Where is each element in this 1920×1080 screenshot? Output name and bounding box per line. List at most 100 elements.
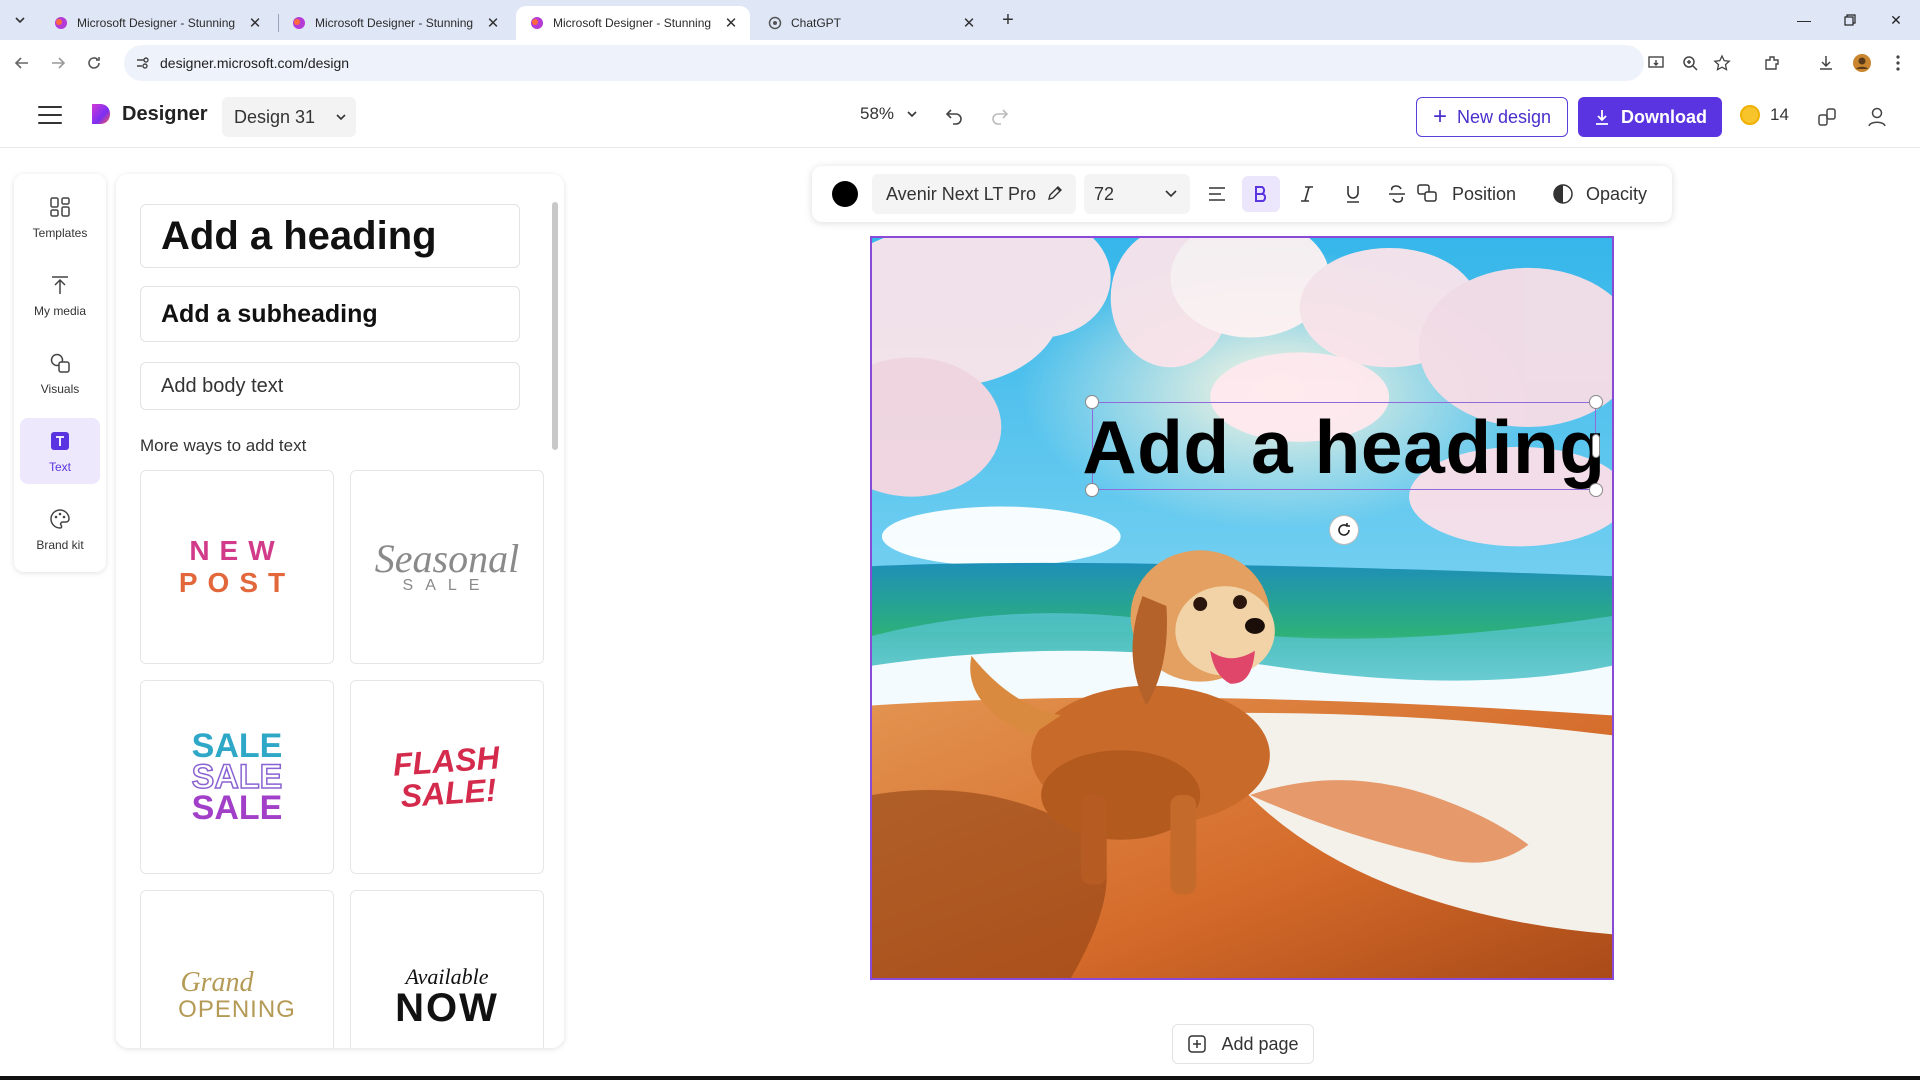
share-icon[interactable]	[1812, 102, 1842, 132]
coin-icon	[1740, 105, 1760, 125]
new-tab-button[interactable]: +	[996, 8, 1020, 32]
design-canvas[interactable]	[870, 236, 1614, 980]
text-style-tile-grand-opening[interactable]: Grand OPENING	[140, 890, 334, 1048]
site-info-icon	[137, 57, 149, 69]
bold-button[interactable]	[1242, 176, 1280, 212]
resize-handle-bottom-right[interactable]	[1589, 483, 1603, 497]
new-design-button[interactable]: + New design	[1416, 97, 1568, 137]
tab-title: ChatGPT	[791, 16, 842, 30]
browser-menu-icon[interactable]	[1884, 49, 1912, 77]
panel-scrollbar[interactable]	[552, 202, 558, 450]
redo-icon[interactable]	[986, 102, 1014, 130]
resize-handle-bottom-left[interactable]	[1085, 483, 1099, 497]
text-color-swatch[interactable]	[832, 181, 858, 207]
position-icon	[1417, 184, 1437, 202]
back-icon[interactable]	[8, 49, 36, 77]
zoom-level: 58%	[860, 104, 895, 123]
underline-icon[interactable]	[1334, 176, 1372, 212]
browser-tab-1[interactable]: Microsoft Designer - Stunning ✕	[40, 6, 274, 40]
rail-item-my-media[interactable]: My media	[20, 262, 100, 328]
tab-title: Microsoft Designer - Stunning	[77, 16, 236, 30]
brand-name: Designer	[122, 102, 208, 125]
design-name: Design 31	[234, 106, 316, 127]
beach-dog-image	[872, 238, 1612, 978]
brand[interactable]: Designer	[90, 102, 208, 126]
rail-item-visuals[interactable]: Visuals	[20, 340, 100, 406]
visuals-icon	[47, 350, 73, 376]
address-bar[interactable]: designer.microsoft.com/design	[124, 45, 1644, 81]
tab-title: Microsoft Designer - Stunning	[553, 16, 712, 30]
add-subheading-option[interactable]: Add a subheading	[140, 286, 520, 342]
rotate-handle[interactable]	[1330, 516, 1358, 544]
resize-handle-right[interactable]	[1592, 434, 1600, 458]
designer-favicon	[531, 17, 543, 29]
browser-tab-3-active[interactable]: Microsoft Designer - Stunning ✕	[516, 6, 750, 40]
text-style-tile-sale-sale-sale[interactable]: SALE SALE SALE	[140, 680, 334, 874]
tab-list-button[interactable]	[8, 8, 32, 32]
text-style-tile-new-post[interactable]: NEW POST	[140, 470, 334, 664]
text-style-tile-available-now[interactable]: Available NOW	[350, 890, 544, 1048]
account-icon[interactable]	[1862, 102, 1892, 132]
install-app-icon[interactable]	[1642, 49, 1670, 77]
position-button[interactable]: Position	[1416, 176, 1516, 212]
text-format-toolbar: Avenir Next LT Pro 72 Position Opacity	[812, 166, 1672, 222]
rail-label: Visuals	[40, 382, 80, 396]
undo-icon[interactable]	[940, 102, 968, 130]
close-icon[interactable]: ✕	[484, 14, 502, 32]
rail-item-templates[interactable]: Templates	[20, 184, 100, 250]
chatgpt-favicon	[768, 16, 782, 30]
close-icon[interactable]: ✕	[246, 14, 264, 32]
align-left-icon[interactable]	[1198, 176, 1236, 212]
tile-text: OPENING	[178, 996, 296, 1023]
zoom-magnifier-icon[interactable]	[1676, 49, 1704, 77]
tile-text: SALE!	[398, 771, 498, 815]
minimize-icon[interactable]: —	[1784, 6, 1824, 34]
text-style-tile-flash-sale[interactable]: FLASH SALE!	[350, 680, 544, 874]
resize-handle-top-left[interactable]	[1085, 395, 1099, 409]
screen-bottom-edge	[0, 1076, 1920, 1080]
strikethrough-icon[interactable]	[1378, 176, 1416, 212]
left-rail: Templates My media Visuals Text Brand ki…	[14, 174, 106, 572]
chevron-down-icon	[336, 114, 346, 121]
resize-handle-top-right[interactable]	[1589, 395, 1603, 409]
opacity-label: Opacity	[1586, 183, 1648, 204]
close-icon[interactable]: ✕	[722, 14, 740, 32]
close-icon[interactable]: ✕	[960, 14, 978, 32]
add-heading-option[interactable]: Add a heading	[140, 204, 520, 268]
bookmark-star-icon[interactable]	[1708, 49, 1736, 77]
browser-tab-2[interactable]: Microsoft Designer - Stunning ✕	[278, 6, 512, 40]
font-size-picker[interactable]: 72	[1084, 174, 1190, 214]
opacity-button[interactable]: Opacity	[1552, 176, 1647, 212]
chevron-down-icon	[907, 111, 917, 118]
font-size-value: 72	[1094, 183, 1115, 204]
rail-item-text[interactable]: Text	[20, 418, 100, 484]
text-panel: Add a heading Add a subheading Add body …	[116, 174, 564, 1048]
window-close-icon[interactable]: ✕	[1876, 6, 1916, 34]
tile-text: Available	[405, 964, 489, 989]
tile-text: Seasonal	[374, 536, 520, 581]
text-style-tile-seasonal-sale[interactable]: Seasonal SALE	[350, 470, 544, 664]
forward-icon[interactable]	[44, 49, 72, 77]
hamburger-menu-icon[interactable]	[38, 106, 62, 126]
designer-favicon	[293, 17, 305, 29]
rail-item-brand-kit[interactable]: Brand kit	[20, 496, 100, 562]
design-name-dropdown[interactable]: Design 31	[222, 97, 356, 137]
chevron-down-icon	[15, 17, 25, 24]
font-family-picker[interactable]: Avenir Next LT Pro	[872, 174, 1076, 214]
italic-icon[interactable]	[1288, 176, 1326, 212]
zoom-dropdown[interactable]: 58%	[860, 104, 918, 124]
rail-label: My media	[33, 304, 86, 318]
browser-tab-4[interactable]: ChatGPT ✕	[754, 6, 988, 40]
credits-counter[interactable]: 14	[1740, 105, 1789, 125]
download-button[interactable]: Download	[1578, 97, 1722, 137]
rail-label: Text	[48, 460, 71, 474]
restore-icon[interactable]	[1830, 6, 1870, 34]
rail-label: Brand kit	[36, 538, 84, 552]
add-page-button[interactable]: Add page	[1172, 1024, 1314, 1064]
add-body-text-option[interactable]: Add body text	[140, 362, 520, 410]
profile-avatar[interactable]	[1848, 49, 1876, 77]
canvas-heading-text[interactable]: Add a heading	[1082, 404, 1605, 490]
downloads-icon[interactable]	[1812, 49, 1840, 77]
extensions-icon[interactable]	[1758, 49, 1786, 77]
reload-icon[interactable]	[80, 49, 108, 77]
